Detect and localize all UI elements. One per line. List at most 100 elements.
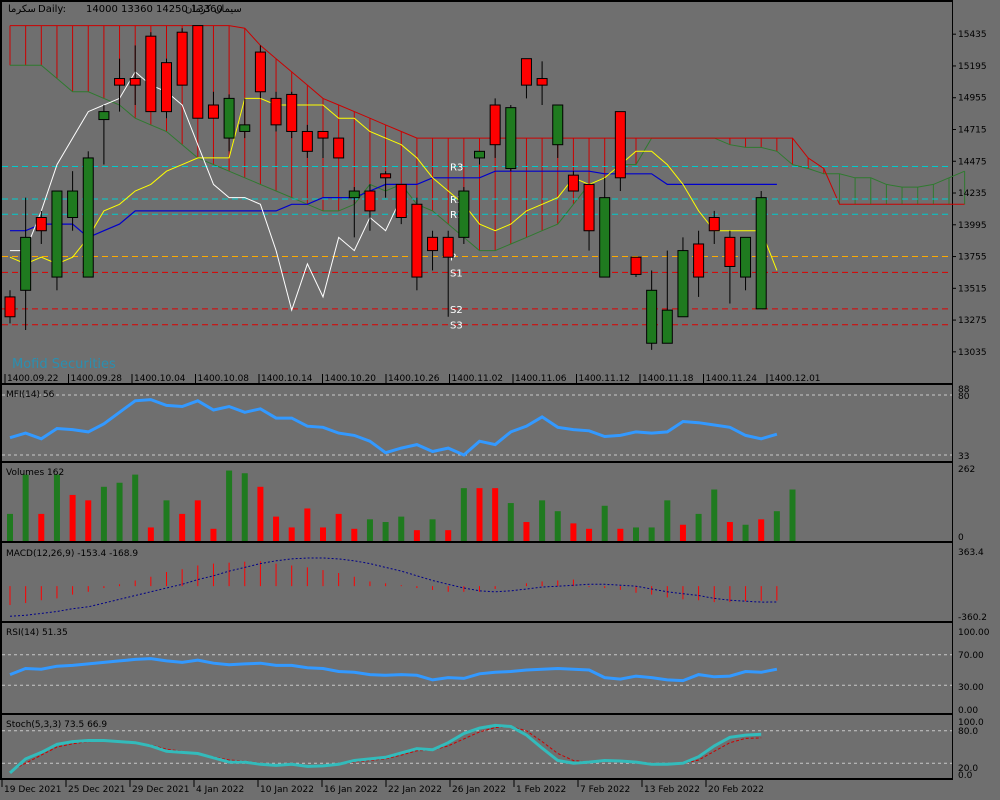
candle-body	[239, 124, 251, 132]
rsi-axis-label: 30.00	[958, 683, 984, 693]
candle-body	[161, 62, 172, 113]
header-timeframe: Daily:	[38, 4, 66, 15]
volume-bar	[7, 513, 13, 541]
candle-body	[317, 130, 329, 139]
volume-bar	[304, 508, 311, 541]
candle-body	[677, 250, 689, 318]
time-axis-bottom-label: 26 Jan 2022	[452, 785, 506, 795]
pivot-label-s2: S2	[450, 305, 463, 316]
volume-bar	[194, 500, 201, 541]
volume-bar	[100, 486, 107, 541]
volume-bar	[53, 474, 60, 541]
volume-bar	[789, 489, 796, 541]
price-panel-bg	[2, 2, 952, 383]
time-axis-bottom-label: 13 Feb 2022	[644, 785, 700, 795]
volume-bar	[335, 513, 342, 541]
volume-bar	[429, 519, 436, 541]
volume-bar	[570, 523, 577, 541]
candle-body	[129, 78, 141, 86]
chart-canvas[interactable]: R3R2R1PS1S2S3 سکرما Daily: 14000 13360 1…	[0, 0, 1000, 800]
candle-body	[552, 104, 564, 146]
candle-body	[176, 31, 188, 86]
candle-body	[599, 197, 611, 278]
volume-bar	[38, 513, 45, 541]
rsi-title: RSI(14) 51.35	[6, 628, 68, 638]
volume-bar	[22, 474, 29, 541]
volume-bar	[85, 500, 92, 541]
time-axis-top-label: 1400.10.14	[261, 374, 313, 384]
rsi-axis-label: 70.00	[958, 651, 984, 661]
pivot-label-s1: S1	[450, 268, 463, 279]
candle-body	[51, 190, 63, 278]
candle-body	[755, 197, 767, 310]
mfi-title: MFI(14) 56	[6, 390, 55, 400]
volume-bar	[445, 530, 452, 541]
price-axis-label: 13995	[958, 221, 987, 231]
volume-bar	[711, 489, 718, 541]
volume-bar	[523, 522, 530, 541]
candle-body	[442, 236, 454, 258]
candle-body	[646, 289, 658, 344]
candle-body	[708, 217, 720, 232]
volume-bar	[210, 528, 217, 541]
price-axis-label: 14955	[958, 94, 987, 104]
time-axis-top-label: 1400.09.22	[7, 374, 59, 384]
volume-bar	[633, 527, 639, 541]
candle-body	[145, 35, 157, 113]
volume-bar	[507, 503, 514, 541]
price-axis-label: 14715	[958, 125, 987, 135]
candle-body	[286, 93, 298, 132]
volume-bar	[586, 528, 593, 541]
price-axis-label: 13755	[958, 253, 987, 263]
time-axis-top-label: 1400.11.06	[515, 374, 567, 384]
watermark: Mofid Securities	[12, 357, 116, 372]
candle-body	[630, 256, 642, 275]
candle-body	[411, 203, 423, 278]
pivot-label-r3: R3	[450, 163, 463, 174]
candle-body	[505, 107, 517, 170]
volume-bar	[320, 527, 326, 541]
candle-body	[740, 236, 752, 278]
time-axis-top-label: 1400.10.26	[388, 374, 440, 384]
time-axis-bottom-label: 19 Dec 2021	[4, 785, 62, 795]
volumes-axis-label: 262	[958, 465, 975, 475]
volume-bar	[539, 500, 546, 541]
volume-bar	[257, 486, 264, 541]
volume-bar	[132, 474, 139, 541]
candle-body	[536, 78, 548, 86]
candle-body	[348, 190, 360, 199]
volume-bar	[726, 522, 733, 541]
mfi-axis-label: 33	[958, 452, 969, 462]
candle-body	[364, 190, 376, 212]
time-axis-bottom-label: 7 Feb 2022	[580, 785, 630, 795]
time-axis-top-label: 1400.12.01	[769, 374, 821, 384]
volume-bar	[413, 530, 420, 541]
candle-body	[20, 236, 32, 291]
volume-bar	[179, 513, 186, 541]
time-axis-top-label: 1400.11.24	[706, 374, 758, 384]
mfi-axis-label: 80	[958, 392, 970, 402]
candle-body	[223, 97, 235, 139]
volume-bar	[288, 527, 295, 541]
time-axis-top-label: 1400.11.18	[642, 374, 694, 384]
volume-bar	[116, 482, 123, 541]
time-axis-top-label: 1400.10.08	[198, 374, 250, 384]
volume-bar	[163, 500, 170, 541]
price-axis-label: 14235	[958, 189, 987, 199]
mfi-panel-bg	[2, 385, 952, 461]
candle-body	[207, 104, 219, 119]
time-axis-bottom-label: 16 Jan 2022	[324, 785, 378, 795]
volume-bar	[617, 528, 624, 541]
time-axis-top-label: 1400.11.12	[579, 374, 631, 384]
candle-body	[67, 190, 79, 219]
time-axis-bottom-label: 10 Jan 2022	[260, 785, 314, 795]
candle-body	[583, 183, 595, 232]
candle-body	[270, 97, 282, 126]
rsi-axis-label: 0.00	[958, 706, 978, 716]
volume-bar	[664, 500, 671, 541]
stoch-title: Stoch(5,3,3) 73.5 66.9	[6, 720, 107, 730]
volume-bar	[758, 519, 765, 541]
candle-body	[567, 174, 579, 192]
time-axis-bottom-label: 25 Dec 2021	[68, 785, 126, 795]
candle-body	[35, 217, 47, 232]
